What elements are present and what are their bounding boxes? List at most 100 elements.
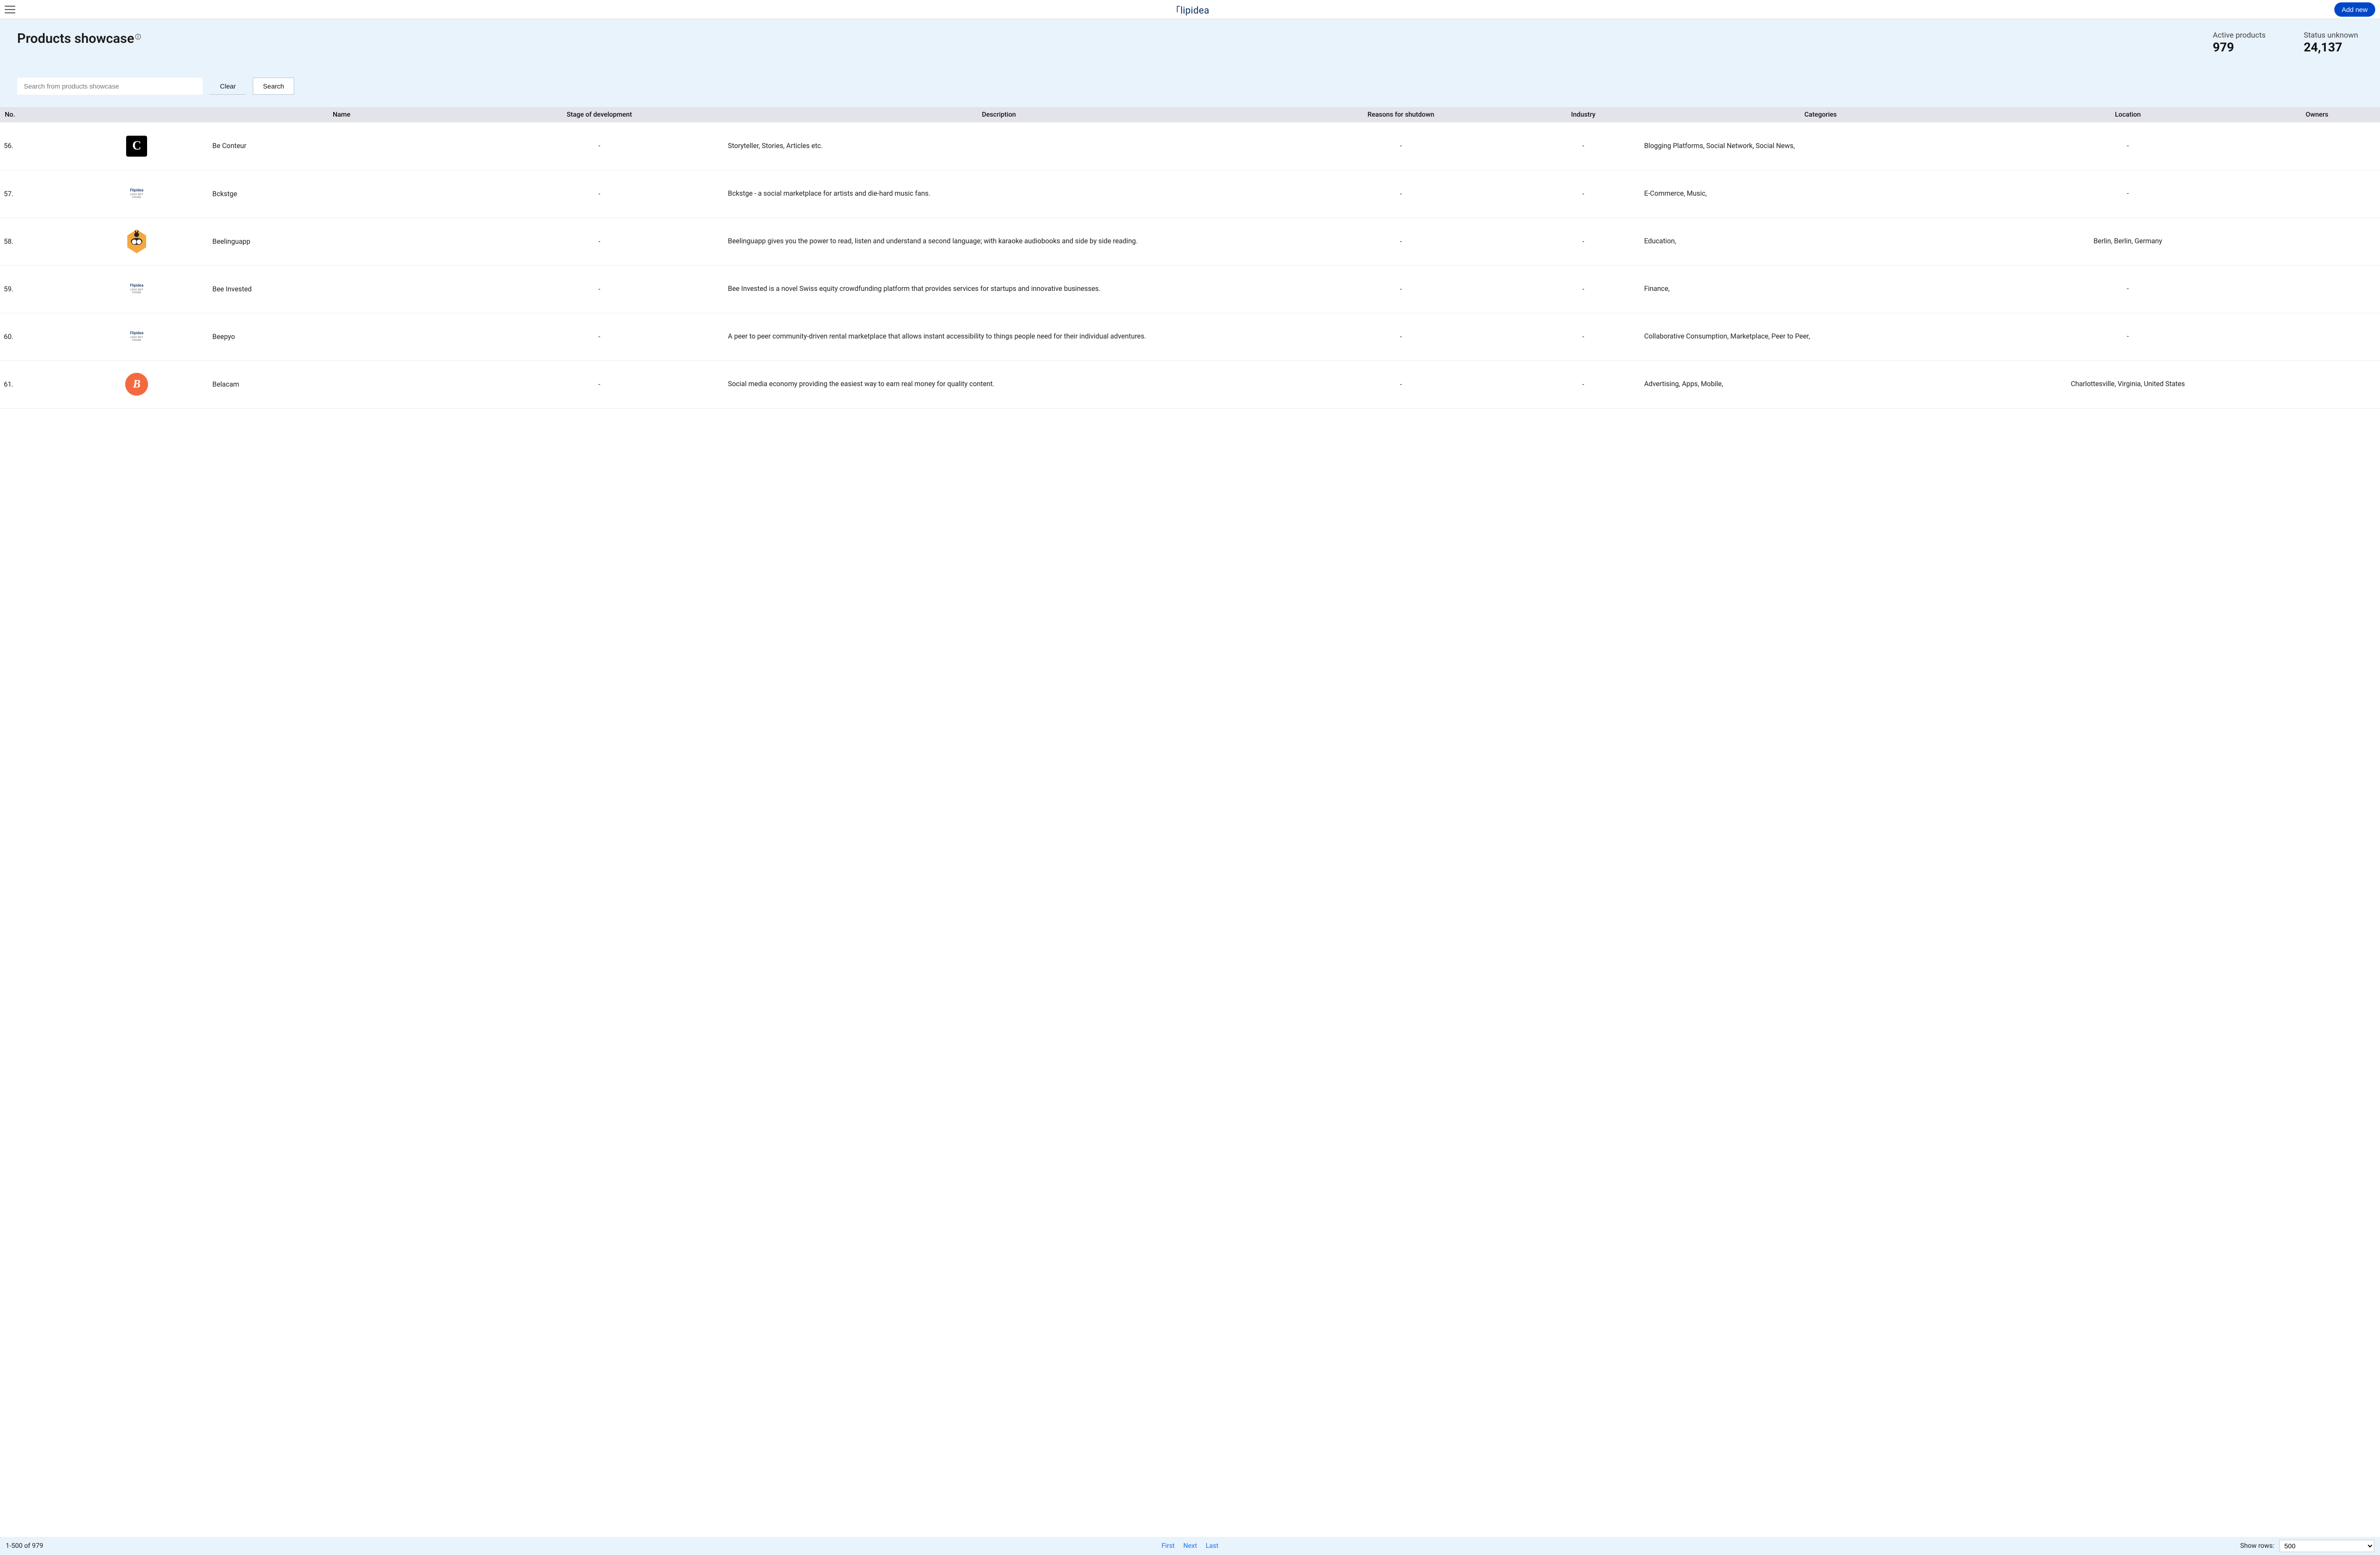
- cell-reasons: -: [1275, 265, 1527, 313]
- bee-icon: [126, 229, 147, 253]
- cell-categories: Advertising, Apps, Mobile,: [1639, 360, 2002, 408]
- col-no[interactable]: No.: [0, 107, 66, 122]
- placeholder-notfound: LOGO NOT FOUND: [126, 193, 147, 199]
- cell-description: A peer to peer community-driven rental m…: [723, 313, 1275, 360]
- pager-next[interactable]: Next: [1183, 1542, 1197, 1550]
- table-row[interactable]: 60. Flipidea LOGO NOT FOUND Beepyo - A p…: [0, 313, 2380, 360]
- stat-active-value: 979: [2213, 40, 2266, 55]
- hero: Products showcasei Active products 979 S…: [0, 19, 2380, 107]
- cell-logo: Flipidea LOGO NOT FOUND: [66, 170, 208, 218]
- col-name[interactable]: Name: [208, 107, 476, 122]
- cell-owners: [2254, 170, 2380, 218]
- cell-stage: -: [476, 360, 723, 408]
- cell-industry: -: [1527, 122, 1639, 170]
- stats: Active products 979 Status unknown 24,13…: [2213, 30, 2363, 55]
- table-row[interactable]: 56. C Be Conteur - Storyteller, Stories,…: [0, 122, 2380, 170]
- table-scroll[interactable]: No. Name Stage of development Descriptio…: [0, 107, 2380, 1537]
- cell-location: -: [2002, 265, 2254, 313]
- stat-unknown: Status unknown 24,137: [2304, 30, 2358, 55]
- cell-no: 56.: [0, 122, 66, 170]
- cell-categories: Collaborative Consumption, Marketplace, …: [1639, 313, 2002, 360]
- pagination-range: 1-500 of 979: [6, 1542, 43, 1550]
- table-row[interactable]: 59. Flipidea LOGO NOT FOUND Bee Invested…: [0, 265, 2380, 313]
- cell-industry: -: [1527, 265, 1639, 313]
- cell-industry: -: [1527, 313, 1639, 360]
- cell-name[interactable]: Beelinguapp: [208, 218, 476, 265]
- cell-name[interactable]: Be Conteur: [208, 122, 476, 170]
- col-reasons[interactable]: Reasons for shutdown: [1275, 107, 1527, 122]
- search-button[interactable]: Search: [253, 78, 294, 95]
- col-owners[interactable]: Owners: [2254, 107, 2380, 122]
- brand-logo-text: lipidea: [1180, 4, 1210, 16]
- product-logo-placeholder: Flipidea LOGO NOT FOUND: [126, 279, 147, 299]
- cell-stage: -: [476, 265, 723, 313]
- placeholder-brand: Flipidea: [130, 284, 143, 288]
- add-new-button[interactable]: Add new: [2334, 2, 2375, 17]
- table-row[interactable]: 58. Beelinguapp - Beelinguapp gives you …: [0, 218, 2380, 265]
- cell-stage: -: [476, 313, 723, 360]
- cell-description: Bee Invested is a novel Swiss equity cro…: [723, 265, 1275, 313]
- cell-reasons: -: [1275, 313, 1527, 360]
- cell-description: Bckstge - a social marketplace for artis…: [723, 170, 1275, 218]
- cell-industry: -: [1527, 170, 1639, 218]
- table-row[interactable]: 57. Flipidea LOGO NOT FOUND Bckstge - Bc…: [0, 170, 2380, 218]
- col-description[interactable]: Description: [723, 107, 1275, 122]
- placeholder-brand: Flipidea: [130, 189, 143, 193]
- cell-industry: -: [1527, 360, 1639, 408]
- clear-button[interactable]: Clear: [209, 78, 246, 95]
- hamburger-icon[interactable]: [5, 6, 15, 13]
- pager-first[interactable]: First: [1161, 1542, 1175, 1550]
- cell-owners: [2254, 360, 2380, 408]
- brand-logo-mark: 「: [1171, 3, 1180, 17]
- placeholder-notfound: LOGO NOT FOUND: [126, 336, 147, 342]
- cell-logo: B: [66, 360, 208, 408]
- pager: First Next Last: [1161, 1542, 1219, 1550]
- product-logo: B: [125, 373, 148, 396]
- brand-logo[interactable]: 「lipidea: [1171, 2, 1210, 16]
- search-row: Clear Search: [17, 78, 2363, 95]
- cell-categories: E-Commerce, Music,: [1639, 170, 2002, 218]
- cell-description: Storyteller, Stories, Articles etc.: [723, 122, 1275, 170]
- placeholder-notfound: LOGO NOT FOUND: [126, 289, 147, 294]
- pager-last[interactable]: Last: [1206, 1542, 1219, 1550]
- stat-unknown-value: 24,137: [2304, 40, 2358, 55]
- page-title: Products showcasei: [17, 30, 141, 46]
- cell-location: -: [2002, 313, 2254, 360]
- col-location[interactable]: Location: [2002, 107, 2254, 122]
- cell-stage: -: [476, 218, 723, 265]
- cell-categories: Education,: [1639, 218, 2002, 265]
- placeholder-brand: Flipidea: [130, 331, 143, 336]
- stat-active-label: Active products: [2213, 30, 2266, 40]
- col-stage[interactable]: Stage of development: [476, 107, 723, 122]
- product-logo: [126, 231, 147, 252]
- show-rows-label: Show rows:: [2240, 1542, 2274, 1550]
- info-icon[interactable]: i: [135, 34, 141, 40]
- page-title-text: Products showcase: [17, 30, 134, 46]
- cell-reasons: -: [1275, 218, 1527, 265]
- cell-description: Social media economy providing the easie…: [723, 360, 1275, 408]
- cell-categories: Blogging Platforms, Social Network, Soci…: [1639, 122, 2002, 170]
- cell-logo: [66, 218, 208, 265]
- cell-logo: Flipidea LOGO NOT FOUND: [66, 265, 208, 313]
- cell-no: 61.: [0, 360, 66, 408]
- cell-name[interactable]: Bee Invested: [208, 265, 476, 313]
- search-input[interactable]: [17, 78, 203, 95]
- table-row[interactable]: 61. B Belacam - Social media economy pro…: [0, 360, 2380, 408]
- cell-name[interactable]: Belacam: [208, 360, 476, 408]
- cell-reasons: -: [1275, 170, 1527, 218]
- cell-location: Berlin, Berlin, Germany: [2002, 218, 2254, 265]
- cell-name[interactable]: Bckstge: [208, 170, 476, 218]
- rows-select[interactable]: 500: [2279, 1540, 2374, 1552]
- product-logo-placeholder: Flipidea LOGO NOT FOUND: [126, 326, 147, 347]
- cell-owners: [2254, 122, 2380, 170]
- col-industry[interactable]: Industry: [1527, 107, 1639, 122]
- cell-stage: -: [476, 170, 723, 218]
- cell-name[interactable]: Beepyo: [208, 313, 476, 360]
- cell-reasons: -: [1275, 122, 1527, 170]
- col-logo: [66, 107, 208, 122]
- product-logo-placeholder: Flipidea LOGO NOT FOUND: [126, 183, 147, 204]
- cell-owners: [2254, 218, 2380, 265]
- col-categories[interactable]: Categories: [1639, 107, 2002, 122]
- cell-industry: -: [1527, 218, 1639, 265]
- topbar: 「lipidea Add new: [0, 0, 2380, 19]
